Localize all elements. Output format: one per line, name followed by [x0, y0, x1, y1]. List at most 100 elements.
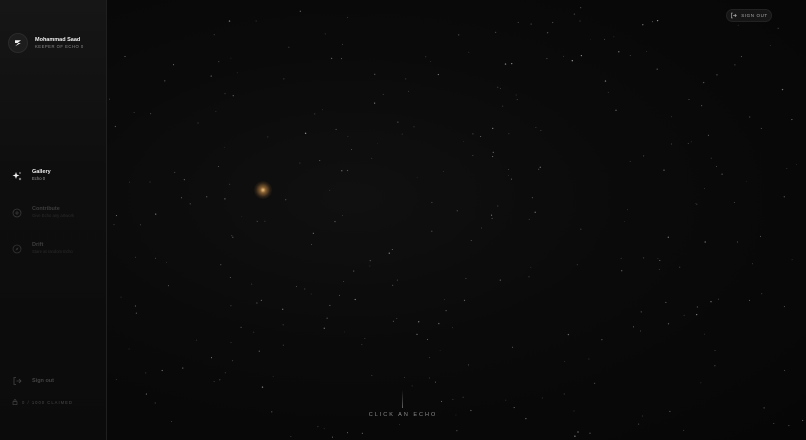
star	[319, 160, 321, 162]
star	[646, 51, 648, 52]
star	[218, 61, 220, 63]
star	[618, 51, 620, 53]
sign-out-button[interactable]: SIGN OUT	[726, 9, 772, 22]
star	[665, 301, 667, 303]
star	[438, 322, 440, 325]
star	[261, 386, 264, 388]
star	[388, 252, 390, 254]
star	[463, 141, 464, 143]
star	[335, 128, 337, 131]
star	[312, 232, 314, 234]
star	[145, 372, 147, 374]
star	[229, 183, 231, 185]
star	[347, 17, 349, 19]
star	[580, 7, 582, 9]
star	[639, 330, 641, 332]
nav-sub-gallery: Echo 0	[32, 176, 46, 181]
star	[564, 360, 566, 362]
star	[590, 38, 591, 40]
star	[232, 95, 234, 97]
star	[593, 382, 596, 384]
profile-role: KEEPER OF ECHO 0	[35, 43, 84, 49]
star	[512, 346, 514, 348]
star	[129, 181, 131, 183]
star	[282, 344, 284, 346]
star	[580, 55, 582, 57]
star	[171, 421, 173, 422]
star	[361, 432, 363, 434]
echo-canvas[interactable]: SIGN OUT CLICK AN ECHO	[107, 0, 806, 440]
nav-sub-contribute: Give Echo any artwork	[32, 213, 75, 218]
star	[353, 270, 355, 272]
sidebar-sign-out-label: Sign out	[32, 378, 54, 384]
star	[535, 126, 537, 128]
star	[710, 301, 712, 303]
nav-item-drift[interactable]: Drift Stare at random Echo	[12, 242, 73, 255]
star	[651, 21, 653, 23]
star	[788, 425, 790, 427]
star	[589, 432, 591, 434]
compass-icon	[12, 244, 22, 254]
star	[470, 240, 472, 241]
star	[761, 293, 763, 295]
star	[240, 326, 242, 329]
star	[472, 155, 474, 156]
star	[745, 180, 747, 182]
star	[563, 55, 564, 57]
nav-item-gallery[interactable]: Gallery Echo 0	[12, 169, 51, 182]
star	[463, 299, 466, 302]
star	[541, 397, 543, 399]
star-field	[108, 7, 804, 438]
star	[346, 169, 349, 172]
star	[401, 133, 403, 135]
star	[707, 134, 709, 136]
star	[801, 419, 804, 422]
star	[721, 173, 723, 175]
star	[218, 166, 220, 167]
star	[213, 381, 215, 382]
star	[752, 263, 753, 265]
star	[145, 393, 147, 395]
sidebar-sign-out[interactable]: Sign out	[12, 376, 54, 386]
star	[737, 24, 739, 26]
star	[663, 169, 665, 171]
star	[295, 286, 297, 287]
lock-icon	[12, 399, 18, 405]
star	[629, 55, 631, 56]
star	[332, 436, 333, 438]
star	[374, 102, 376, 104]
star	[403, 377, 405, 379]
star	[213, 34, 215, 36]
star	[416, 333, 418, 335]
star	[445, 309, 447, 312]
star	[613, 36, 615, 38]
star	[657, 258, 659, 260]
star	[391, 249, 393, 250]
echo-orb[interactable]	[254, 181, 272, 199]
star	[499, 279, 501, 281]
star	[260, 299, 263, 302]
star	[408, 90, 410, 92]
star	[534, 211, 536, 213]
profile-name: Mohammad Saad	[35, 36, 81, 43]
star	[134, 305, 136, 307]
star	[515, 94, 517, 96]
star	[444, 299, 446, 300]
star	[228, 20, 231, 22]
star	[317, 426, 319, 428]
star	[791, 119, 793, 121]
star	[574, 435, 576, 437]
star	[615, 109, 617, 111]
profile[interactable]: Mohammad Saad KEEPER OF ECHO 0	[8, 33, 84, 53]
star	[290, 436, 292, 437]
star	[516, 99, 518, 101]
star	[497, 86, 499, 88]
star	[770, 45, 771, 46]
star	[215, 111, 217, 113]
star	[573, 13, 576, 15]
star	[310, 293, 312, 295]
star	[128, 348, 130, 350]
star	[624, 221, 625, 222]
star	[601, 339, 603, 341]
nav-item-contribute[interactable]: Contribute Give Echo any artwork	[12, 206, 74, 219]
